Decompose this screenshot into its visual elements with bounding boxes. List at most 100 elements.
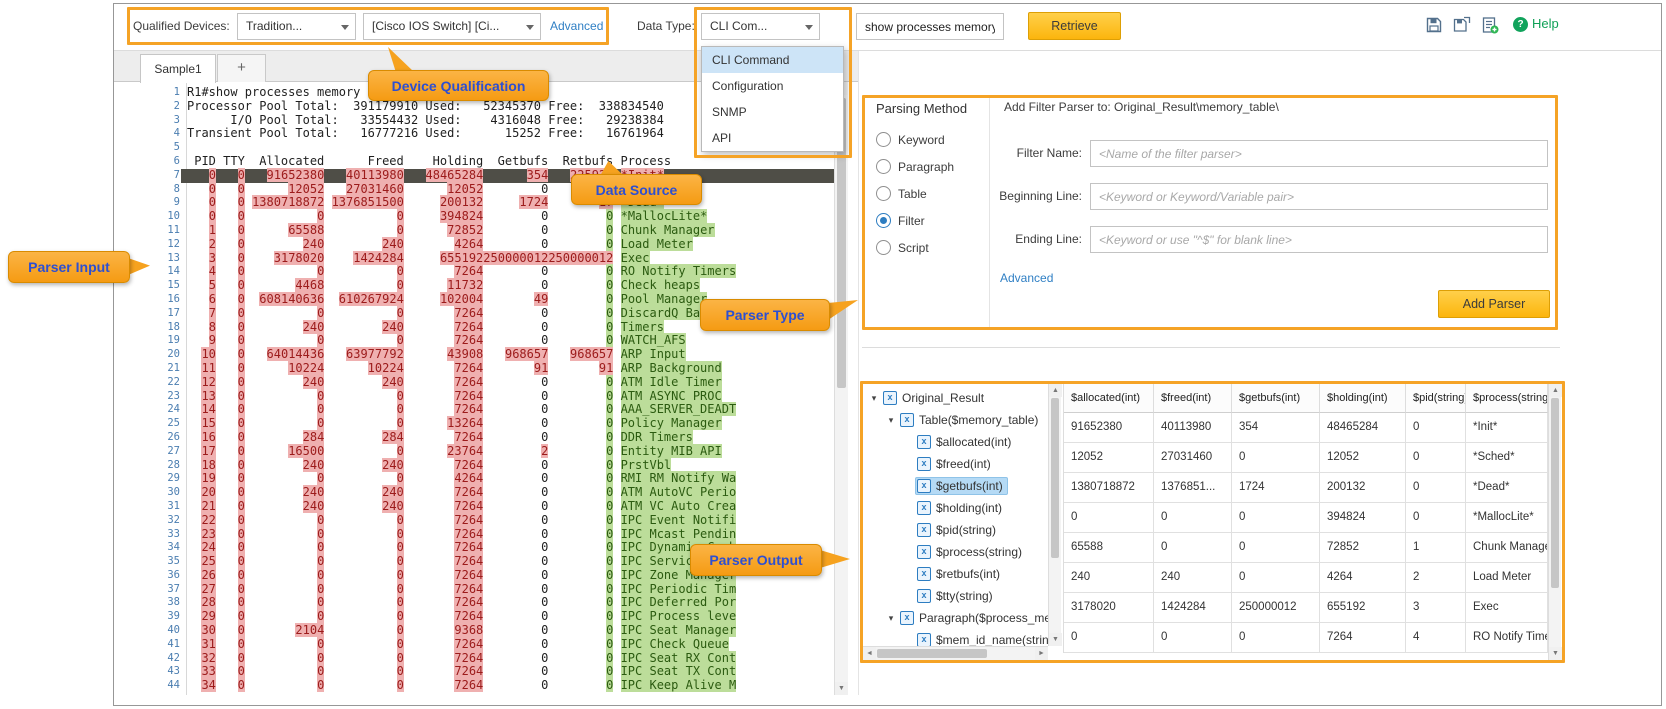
radio-keyword[interactable]: Keyword — [876, 132, 954, 147]
editor-line[interactable]: 1 0 65588 0 72852 0 0 Chunk Manager — [181, 224, 834, 238]
tree-horizontal-scrollbar[interactable]: ◄ ► — [863, 646, 1048, 660]
editor-line[interactable]: 9 0 0 0 7264 0 0 WATCH_AFS — [181, 334, 834, 348]
editor-line[interactable]: 23 0 0 0 7264 0 0 IPC Mcast Pendin — [181, 528, 834, 542]
editor-line[interactable]: 33 0 0 0 7264 0 0 IPC Seat TX Cont — [181, 665, 834, 679]
radio-table[interactable]: Table — [876, 186, 954, 201]
menu-item-configuration[interactable]: Configuration — [702, 73, 843, 99]
expand-arrow-icon[interactable]: ▾ — [884, 613, 898, 624]
editor-line[interactable]: PID TTY Allocated Freed Holding Getbufs … — [181, 155, 834, 169]
scrollbar-thumb[interactable] — [1551, 398, 1559, 588]
save-icon[interactable] — [1425, 16, 1443, 34]
tree-node-pid-string[interactable]: x$pid(string) — [863, 519, 1048, 541]
column-header[interactable]: $freed(int) — [1154, 384, 1232, 413]
editor-line[interactable]: 19 0 0 0 4264 0 0 RMI RM Notify Wa — [181, 472, 834, 486]
save-as-icon[interactable] — [1453, 16, 1471, 34]
table-vertical-scrollbar[interactable]: ▲ ▼ — [1548, 384, 1561, 660]
tree-node-tty-string[interactable]: x$tty(string) — [863, 585, 1048, 607]
editor-line[interactable]: 5 0 4468 0 11732 0 0 Check heaps — [181, 279, 834, 293]
filter-advanced-link[interactable]: Advanced — [1000, 264, 1053, 292]
retrieve-button[interactable]: Retrieve — [1028, 12, 1121, 40]
editor-line[interactable]: 2 0 240 240 4264 0 0 Load Meter — [181, 238, 834, 252]
scrollbar-thumb[interactable] — [1051, 398, 1059, 558]
table-row[interactable]: 9165238040113980354484652840*Init* — [1064, 413, 1548, 443]
editor-line[interactable]: 28 0 0 0 7264 0 0 IPC Deferred Por — [181, 596, 834, 610]
editor-line[interactable]: 12 0 240 240 7264 0 0 ATM Idle Timer — [181, 376, 834, 390]
table-row[interactable]: 317802014242842500000126551923Exec — [1064, 593, 1548, 623]
tree-node-freed-int[interactable]: x$freed(int) — [863, 453, 1048, 475]
tree-node-allocated-int[interactable]: x$allocated(int) — [863, 431, 1048, 453]
editor-line[interactable]: 34 0 0 0 7264 0 0 IPC Keep Alive M — [181, 679, 834, 693]
column-header[interactable]: $getbufs(int) — [1232, 384, 1320, 413]
editor-line[interactable]: 31 0 0 0 7264 0 0 IPC Check Queue — [181, 638, 834, 652]
ending-line-input[interactable] — [1090, 226, 1548, 253]
scroll-down-icon[interactable]: ▼ — [1549, 647, 1562, 660]
editor-line[interactable]: 0 0 1380718872 1376851500 200132 1724 17… — [181, 196, 834, 210]
editor-line[interactable]: 15 0 0 0 13264 0 0 Policy Manager — [181, 417, 834, 431]
scrollbar-thumb[interactable] — [877, 649, 987, 658]
editor-line[interactable]: 21 0 240 240 7264 0 0 ATM VC Auto Crea — [181, 500, 834, 514]
command-input[interactable] — [856, 13, 1004, 40]
tree-node-original-result[interactable]: ▾xOriginal_Result — [863, 387, 1048, 409]
table-row[interactable]: 12052270314600120520*Sched* — [1064, 443, 1548, 473]
column-header[interactable]: $pid(string) — [1406, 384, 1466, 413]
editor-line[interactable]: 29 0 0 0 7264 0 0 IPC Process leve — [181, 610, 834, 624]
tree-node-process-string[interactable]: x$process(string) — [863, 541, 1048, 563]
scroll-down-icon[interactable]: ▼ — [1049, 633, 1062, 646]
editor-line[interactable]: 27 0 0 0 7264 0 0 IPC Periodic Tim — [181, 583, 834, 597]
tree-node-holding-int[interactable]: x$holding(int) — [863, 497, 1048, 519]
editor-line[interactable]: 22 0 0 0 7264 0 0 IPC Event Notifi — [181, 514, 834, 528]
tree-node-paragraph-process-mem[interactable]: ▾xParagraph($process_mem_ — [863, 607, 1048, 629]
table-row[interactable]: 0003948240*MallocLite* — [1064, 503, 1548, 533]
tree-node-getbufs-int[interactable]: x$getbufs(int) — [863, 475, 1048, 497]
expand-arrow-icon[interactable]: ▾ — [867, 393, 881, 404]
editor-line[interactable]: 3 0 3178020 1424284 65519225000001225000… — [181, 252, 834, 266]
help-button[interactable]: ? Help — [1513, 16, 1559, 32]
editor-scrollbar[interactable]: ▲ ▼ — [834, 82, 848, 695]
table-row[interactable]: 13807188721376851...17242001320*Dead* — [1064, 473, 1548, 503]
scroll-up-icon[interactable]: ▲ — [1049, 384, 1062, 397]
device-group-dropdown[interactable]: Tradition... — [237, 13, 356, 40]
editor-line[interactable]: 17 0 16500 0 23764 2 0 Entity MIB API — [181, 445, 834, 459]
data-type-dropdown[interactable]: CLI Com... — [701, 13, 820, 40]
tree-node-retbufs-int[interactable]: x$retbufs(int) — [863, 563, 1048, 585]
expand-arrow-icon[interactable]: ▾ — [884, 415, 898, 426]
tab-sample1[interactable]: Sample1 — [140, 54, 216, 83]
result-tree[interactable]: ▾xOriginal_Result▾xTable($memory_table)x… — [863, 384, 1048, 660]
editor-line[interactable]: 16 0 284 284 7264 0 0 DDR Timers — [181, 431, 834, 445]
add-parser-button[interactable]: Add Parser — [1438, 290, 1550, 318]
editor-line[interactable]: 0 0 0 0 394824 0 0 *MallocLite* — [181, 210, 834, 224]
editor-line[interactable]: 4 0 0 0 7264 0 0 RO Notify Timers — [181, 265, 834, 279]
add-to-list-icon[interactable] — [1481, 16, 1499, 34]
add-tab-button[interactable]: + — [217, 54, 266, 82]
radio-paragraph[interactable]: Paragraph — [876, 159, 954, 174]
column-header[interactable]: $holding(int) — [1320, 384, 1406, 413]
scroll-up-icon[interactable]: ▲ — [1549, 384, 1562, 397]
radio-filter[interactable]: Filter — [876, 213, 954, 228]
qualification-advanced-link[interactable]: Advanced — [550, 12, 603, 40]
menu-item-cli-command[interactable]: CLI Command — [702, 47, 843, 73]
scroll-right-icon[interactable]: ► — [1035, 647, 1048, 660]
editor-line[interactable]: 18 0 240 240 7264 0 0 PrstVbl — [181, 459, 834, 473]
beginning-line-input[interactable] — [1090, 183, 1548, 210]
scroll-down-icon[interactable]: ▼ — [835, 682, 848, 695]
table-row[interactable]: 6558800728521Chunk Manage — [1064, 533, 1548, 563]
column-header[interactable]: $allocated(int) — [1064, 384, 1154, 413]
editor-line[interactable]: 32 0 0 0 7264 0 0 IPC Seat RX Cont — [181, 652, 834, 666]
parser-input-editor[interactable]: 1234567891011121314151617181920212223242… — [140, 82, 848, 695]
menu-item-snmp[interactable]: SNMP — [702, 99, 843, 125]
editor-line[interactable]: 0 0 12052 27031460 12052 0 0 *Sched* — [181, 183, 834, 197]
editor-line[interactable]: 0 0 91652380 40113980 48465284 354 22592… — [181, 169, 834, 183]
editor-line[interactable]: 13 0 0 0 7264 0 0 ATM ASYNC PROC — [181, 390, 834, 404]
column-header[interactable]: $process(string) — [1466, 384, 1548, 413]
radio-script[interactable]: Script — [876, 240, 954, 255]
menu-item-api[interactable]: API — [702, 125, 843, 151]
editor-line[interactable]: 20 0 240 240 7264 0 0 ATM AutoVC Perio — [181, 486, 834, 500]
filter-name-input[interactable] — [1090, 140, 1548, 167]
scroll-left-icon[interactable]: ◄ — [863, 647, 876, 660]
device-type-dropdown[interactable]: [Cisco IOS Switch] [Ci... — [363, 13, 541, 40]
editor-line[interactable]: 14 0 0 0 7264 0 0 AAA_SERVER_DEADT — [181, 403, 834, 417]
editor-line[interactable]: 10 0 64014436 63977792 43908 968657 9686… — [181, 348, 834, 362]
table-row[interactable]: 00072644RO Notify Time — [1064, 623, 1548, 653]
editor-line[interactable]: 11 0 10224 10224 7264 91 91 ARP Backgrou… — [181, 362, 834, 376]
tree-vertical-scrollbar[interactable]: ▲ ▼ — [1048, 384, 1061, 646]
